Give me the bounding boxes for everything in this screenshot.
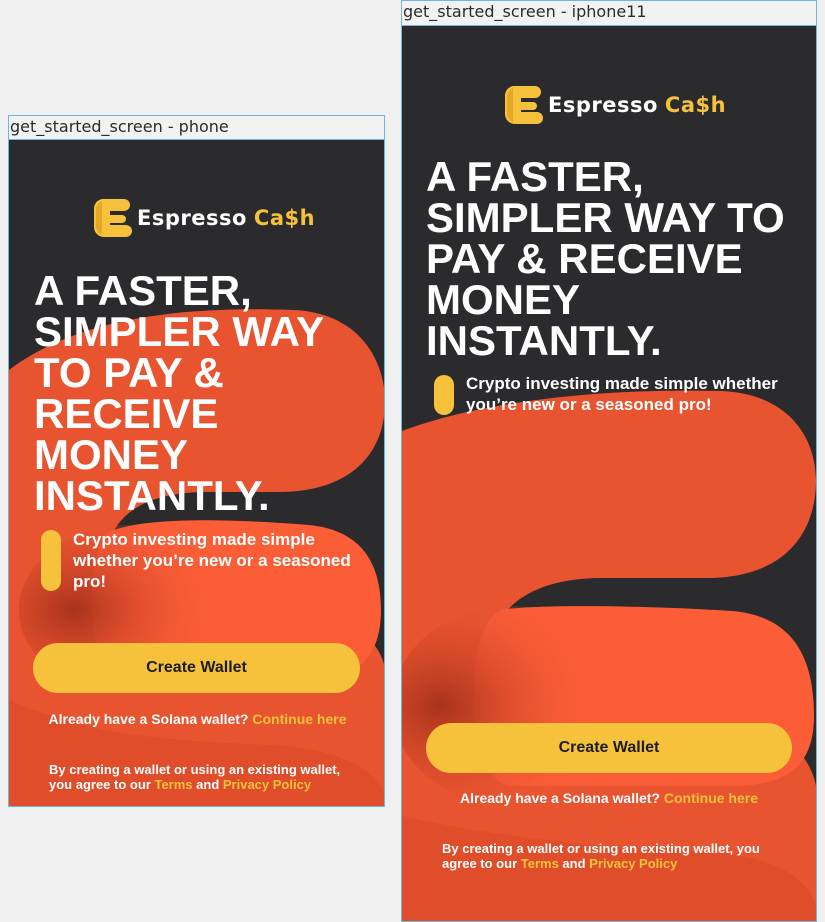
headline-line: MONEY <box>34 431 189 478</box>
tagline-line: whether you’re new or a seasoned <box>73 551 351 570</box>
tagline-line: you’re new or a seasoned pro! <box>466 395 712 414</box>
logo-word-espresso: Espresso <box>548 93 658 117</box>
headline: A FASTER, SIMPLER WAY TO PAY & RECEIVE M… <box>34 267 325 519</box>
terms-link[interactable]: Terms <box>154 777 192 792</box>
logo: Espresso Ca$h <box>92 195 315 241</box>
terms-link[interactable]: Terms <box>521 856 559 871</box>
tagline-accent-pill <box>434 375 454 415</box>
headline-line: SIMPLER WAY TO <box>426 194 785 241</box>
terms-prefix: you agree to our <box>49 777 155 792</box>
get-started-screen-iphone11: Espresso Ca$h A FASTER, SIMPLER WAY TO P… <box>401 25 817 922</box>
terms-line: By creating a wallet or using an existin… <box>49 762 341 777</box>
terms-notice: By creating a wallet or using an existin… <box>442 841 802 871</box>
headline: A FASTER, SIMPLER WAY TO PAY & RECEIVE M… <box>426 153 785 364</box>
terms-line: By creating a wallet or using an existin… <box>442 841 760 856</box>
headline-line: MONEY <box>426 276 581 323</box>
get-started-screen-phone: Espresso Ca$h A FASTER, SIMPLER WAY TO P… <box>8 139 385 807</box>
espresso-cash-logo-icon <box>504 86 543 124</box>
headline-line: A FASTER, <box>34 267 252 314</box>
headline-line: A FASTER, <box>426 153 644 200</box>
headline-line: INSTANTLY. <box>426 317 662 364</box>
terms-line: you agree to our Terms and Privacy Polic… <box>49 777 369 792</box>
headline-line: PAY & RECEIVE <box>426 235 743 282</box>
and-text: and <box>558 856 590 871</box>
existing-wallet-text: Already have a Solana wallet? <box>48 711 253 727</box>
frame-label-phone: get_started_screen - phone <box>8 115 385 140</box>
continue-here-link[interactable]: Continue here <box>252 711 346 727</box>
headline-line: TO PAY & <box>34 349 224 396</box>
and-text: and <box>192 777 223 792</box>
existing-wallet-prompt: Already have a Solana wallet? Continue h… <box>9 711 384 727</box>
headline-line: SIMPLER WAY <box>34 308 325 355</box>
privacy-policy-link[interactable]: Privacy Policy <box>223 777 311 792</box>
tagline: Crypto investing made simple whether you… <box>73 529 373 592</box>
create-wallet-button[interactable]: Create Wallet <box>33 643 360 693</box>
tagline-line: pro! <box>73 572 107 591</box>
tagline: Crypto investing made simple whether you… <box>466 373 806 415</box>
logo: Espresso Ca$h <box>503 82 726 128</box>
logo-word-cash: Ca$h <box>664 93 727 117</box>
terms-line: agree to our Terms and Privacy Policy <box>442 856 802 871</box>
espresso-cash-logo-icon <box>93 199 132 237</box>
continue-here-link[interactable]: Continue here <box>664 790 758 806</box>
terms-notice: By creating a wallet or using an existin… <box>49 762 369 792</box>
terms-prefix: agree to our <box>442 856 521 871</box>
headline-line: RECEIVE <box>34 390 219 437</box>
tagline-line: Crypto investing made simple whether <box>466 374 778 393</box>
existing-wallet-text: Already have a Solana wallet? <box>460 790 664 806</box>
tagline-line: Crypto investing made simple <box>73 530 315 549</box>
frame-label-iphone11: get_started_screen - iphone11 <box>401 0 817 26</box>
logo-word-cash: Ca$h <box>253 206 316 230</box>
privacy-policy-link[interactable]: Privacy Policy <box>589 856 677 871</box>
existing-wallet-prompt: Already have a Solana wallet? Continue h… <box>402 790 816 806</box>
create-wallet-button[interactable]: Create Wallet <box>426 723 792 773</box>
tagline-accent-pill <box>41 530 61 591</box>
logo-word-espresso: Espresso <box>137 206 247 230</box>
headline-line: INSTANTLY. <box>34 472 270 519</box>
